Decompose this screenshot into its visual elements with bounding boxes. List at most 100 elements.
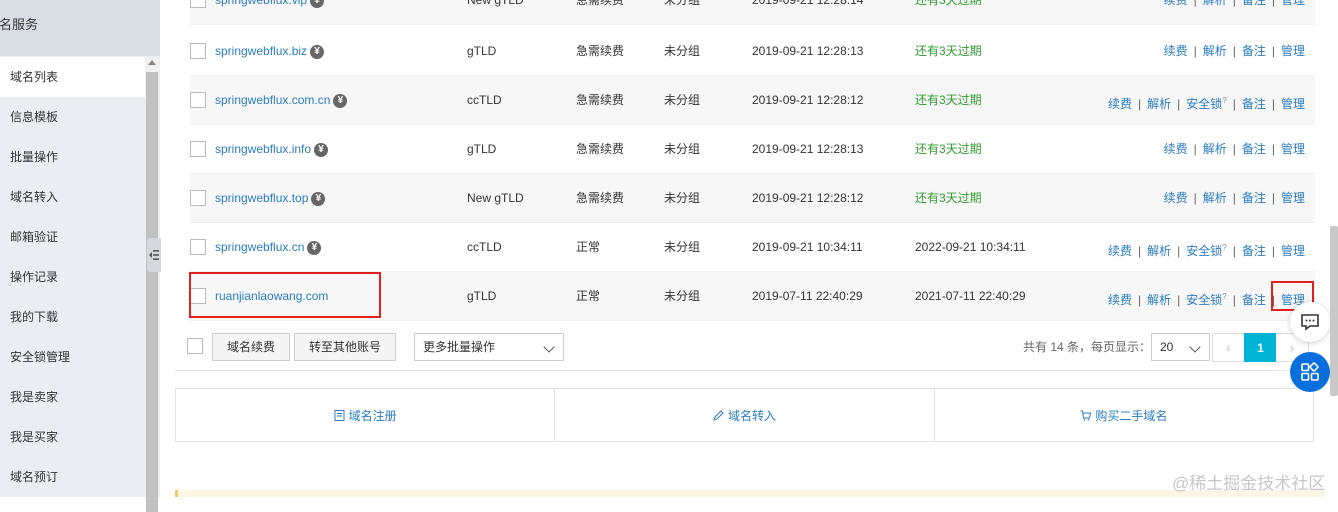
row-checkbox[interactable]: [190, 92, 206, 108]
record-link[interactable]: 备注: [1242, 142, 1266, 156]
pencil-icon: [713, 409, 724, 421]
page-size-select[interactable]: 20: [1151, 333, 1210, 361]
sidebar-item-info-template[interactable]: 信息模板: [0, 97, 145, 137]
domain-link[interactable]: springwebflux.com.cn ¥: [215, 76, 348, 125]
sidebar-title: 域名服务: [0, 17, 39, 32]
security-lock-link[interactable]: 安全锁?: [1186, 292, 1226, 307]
apps-button[interactable]: [1290, 352, 1330, 392]
batch-ops-select-value: 更多批量操作: [423, 340, 496, 354]
renew-link[interactable]: 续费: [1164, 142, 1188, 156]
sidebar-item-downloads[interactable]: 我的下载: [0, 297, 145, 337]
renew-link[interactable]: 续费: [1164, 191, 1188, 205]
domain-link[interactable]: springwebflux.cn ¥: [215, 223, 322, 272]
sidebar-item-domain-list[interactable]: 域名列表: [0, 57, 145, 97]
domain-name[interactable]: springwebflux.info: [215, 142, 311, 156]
select-all-checkbox[interactable]: [187, 338, 203, 354]
manage-link[interactable]: 管理: [1281, 191, 1305, 205]
sidebar-item-preorder[interactable]: 域名预订: [0, 457, 145, 497]
watermark: @稀土掘金技术社区: [1172, 474, 1326, 493]
separator: |: [1193, 44, 1197, 58]
dns-link[interactable]: 解析: [1203, 0, 1227, 7]
separator: |: [1232, 244, 1236, 258]
sidebar-collapse-button[interactable]: [147, 238, 161, 272]
sidebar-item-transfer-in[interactable]: 域名转入: [0, 177, 145, 217]
row-actions: 续费 | 解析 | 备注 | 管理: [1164, 174, 1305, 223]
expire-date: 2022-09-21 10:34:11: [915, 240, 1026, 254]
separator: |: [1271, 142, 1275, 156]
cart-icon: [1080, 410, 1092, 421]
domain-link[interactable]: springwebflux.biz ¥: [215, 27, 325, 76]
sidebar-item-batch-ops[interactable]: 批量操作: [0, 137, 145, 177]
record-link[interactable]: 备注: [1242, 44, 1266, 58]
sidebar-item-security-lock[interactable]: 安全锁管理: [0, 337, 145, 377]
price-tag-icon[interactable]: ¥: [307, 241, 322, 255]
separator: |: [1271, 191, 1275, 205]
sidebar-item-buyer[interactable]: 我是买家: [0, 417, 145, 457]
price-tag-icon[interactable]: ¥: [310, 45, 325, 59]
register-date: 2019-09-21 12:28:12: [752, 93, 864, 107]
row-actions: 续费 | 解析 | 备注 | 管理: [1164, 0, 1305, 25]
price-tag-icon[interactable]: ¥: [310, 0, 325, 8]
domain-group: 未分组: [664, 191, 701, 205]
security-lock-link[interactable]: 安全锁?: [1186, 243, 1227, 258]
row-checkbox[interactable]: [190, 190, 206, 206]
price-tag-icon[interactable]: ¥: [314, 143, 329, 157]
record-link[interactable]: 备注: [1242, 97, 1266, 111]
domain-name[interactable]: springwebflux.biz: [215, 44, 307, 58]
dns-link[interactable]: 解析: [1147, 293, 1171, 307]
domain-link[interactable]: springwebflux.info ¥: [215, 125, 329, 174]
page-1-button[interactable]: 1: [1244, 333, 1277, 362]
row-checkbox[interactable]: [190, 141, 206, 157]
renew-link[interactable]: 续费: [1164, 44, 1188, 58]
record-link[interactable]: 备注: [1242, 293, 1266, 307]
buy-secondhand-link[interactable]: 购买二手域名: [935, 389, 1313, 441]
feedback-button[interactable]: [1290, 302, 1330, 342]
domain-name[interactable]: springwebflux.top: [215, 191, 308, 205]
separator: |: [1232, 191, 1236, 205]
row-checkbox[interactable]: [190, 43, 206, 59]
manage-link[interactable]: 管理: [1281, 97, 1305, 111]
page-scrollbar-thumb[interactable]: [1330, 226, 1338, 396]
dns-link[interactable]: 解析: [1147, 97, 1171, 111]
renew-link[interactable]: 续费: [1164, 0, 1188, 7]
manage-link[interactable]: 管理: [1281, 44, 1305, 58]
row-checkbox[interactable]: [190, 239, 206, 255]
sidebar-item-email-verify[interactable]: 邮箱验证: [0, 217, 145, 257]
dns-link[interactable]: 解析: [1203, 142, 1227, 156]
manage-link[interactable]: 管理: [1281, 244, 1305, 258]
renew-domains-button[interactable]: 域名续费: [212, 333, 291, 361]
transfer-account-button[interactable]: 转至其他账号: [294, 333, 397, 361]
sidebar-scrollbar[interactable]: [145, 58, 159, 512]
price-tag-icon[interactable]: ¥: [311, 192, 326, 206]
separator: |: [1177, 244, 1181, 258]
renew-link[interactable]: 续费: [1108, 97, 1132, 111]
dns-link[interactable]: 解析: [1147, 244, 1171, 258]
sidebar-item-op-log[interactable]: 操作记录: [0, 257, 145, 297]
renew-link[interactable]: 续费: [1108, 244, 1132, 258]
batch-ops-select[interactable]: 更多批量操作: [414, 333, 564, 361]
dns-link[interactable]: 解析: [1203, 191, 1227, 205]
scroll-up-arrow-icon[interactable]: [148, 60, 156, 65]
row-checkbox[interactable]: [190, 0, 206, 8]
domain-name[interactable]: springwebflux.cn: [215, 240, 304, 254]
sidebar-item-seller[interactable]: 我是卖家: [0, 377, 145, 417]
security-lock-link[interactable]: 安全锁?: [1186, 96, 1226, 111]
separator: |: [1177, 293, 1181, 307]
record-link[interactable]: 备注: [1242, 191, 1266, 205]
prev-page-button[interactable]: ‹: [1212, 333, 1245, 362]
price-tag-icon[interactable]: ¥: [333, 94, 348, 108]
scrollbar-thumb[interactable]: [146, 72, 158, 512]
domain-name[interactable]: springwebflux.vip: [215, 0, 307, 7]
domain-link[interactable]: springwebflux.vip ¥: [215, 0, 325, 25]
record-link[interactable]: 备注: [1242, 244, 1266, 258]
record-link[interactable]: 备注: [1242, 0, 1266, 7]
transfer-in-link[interactable]: 域名转入: [555, 389, 935, 441]
manage-link[interactable]: 管理: [1281, 0, 1305, 7]
renew-link[interactable]: 续费: [1108, 293, 1132, 307]
register-domain-link[interactable]: 域名注册: [176, 389, 556, 441]
domain-name[interactable]: springwebflux.com.cn: [215, 93, 330, 107]
dns-link[interactable]: 解析: [1203, 44, 1227, 58]
manage-link[interactable]: 管理: [1281, 142, 1305, 156]
domain-link[interactable]: springwebflux.top ¥: [215, 174, 326, 223]
help-icon: ?: [1222, 243, 1227, 252]
